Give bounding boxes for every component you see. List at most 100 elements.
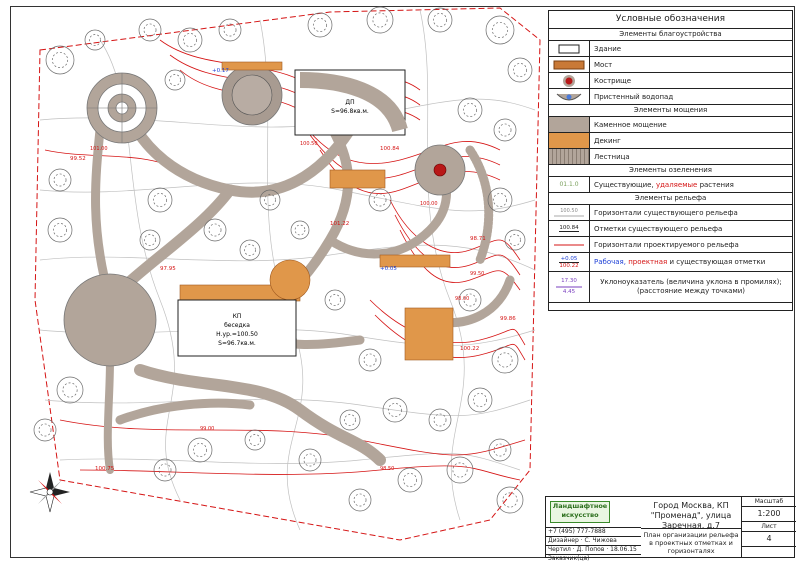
slope-line2: (расстояние между точками) xyxy=(636,287,746,295)
pavilion-label: ДП xyxy=(345,99,354,106)
tree-canopy xyxy=(177,27,203,53)
legend-label-building: Здание xyxy=(594,44,622,53)
tree-inner xyxy=(53,173,67,187)
tree-canopy xyxy=(139,229,161,251)
legend-row-existing-contours: 100.50 Горизонтали существующего рельефа xyxy=(549,205,792,221)
tree-inner xyxy=(169,74,181,86)
contacts: +7 (495) 777-7888 xyxy=(546,527,641,536)
tree-canopy xyxy=(45,45,75,75)
tree-canopy xyxy=(218,18,242,42)
water-feature xyxy=(221,61,283,126)
legend-section-relief: Элементы рельефа xyxy=(549,193,792,205)
legend-label-existing-contours: Горизонтали существующего рельефа xyxy=(594,208,738,217)
elevation-mark: 97.95 xyxy=(160,266,176,272)
tree-canopy xyxy=(507,57,533,83)
contour-label: 101.00 xyxy=(90,146,108,152)
tree-inner xyxy=(473,393,487,407)
tree-inner xyxy=(249,434,261,446)
tree-inner xyxy=(144,234,156,246)
legend-row-slope: 17.30 4.45 Уклоноуказатель (величина укл… xyxy=(549,272,792,303)
tree-inner xyxy=(294,224,306,236)
tree-canopy xyxy=(84,29,106,51)
tree-inner xyxy=(53,223,67,237)
tree-canopy xyxy=(348,488,372,512)
tree-inner xyxy=(353,493,367,507)
contour-label: 100.00 xyxy=(420,201,438,207)
tree-canopy xyxy=(504,229,526,251)
tree-inner xyxy=(153,193,167,207)
legend-row-decking: Декинг xyxy=(549,133,792,149)
legend-row-bridge: Мост xyxy=(549,57,792,73)
tree-inner xyxy=(264,194,276,206)
legend-row-waterfall: Пристенный водопад xyxy=(549,89,792,105)
tree-canopy xyxy=(164,69,186,91)
tree-inner xyxy=(62,382,78,398)
tree-inner xyxy=(344,414,356,426)
tree-canopy xyxy=(428,408,452,432)
elevation-mark: 101.22 xyxy=(330,221,349,227)
legend-section-landscaping: Элементы благоустройства xyxy=(549,29,792,41)
elevation-mark: 100.22 xyxy=(460,346,479,352)
designer-name: С. Чижова xyxy=(584,537,617,544)
client-row: Заказчик(ца) xyxy=(546,554,641,563)
tree-inner xyxy=(403,473,417,487)
building-symbol xyxy=(558,44,580,53)
tree-inner xyxy=(372,12,388,28)
tree-canopy xyxy=(244,429,266,451)
tree-canopy xyxy=(153,458,177,482)
legend-row-marks: +0.05 100.22 Рабочая, проектная и сущест… xyxy=(549,253,792,272)
legend-row-stairs: Лестница xyxy=(549,149,792,165)
tree-inner xyxy=(493,443,507,457)
tree-canopy xyxy=(496,486,524,514)
bridge-symbol xyxy=(553,60,585,69)
tree-inner xyxy=(244,244,256,256)
tree-canopy xyxy=(485,15,515,45)
paved-circle-west xyxy=(63,273,157,367)
contour-label: 100.50 xyxy=(300,141,318,147)
house-area: S=96.7кв.м. xyxy=(218,340,256,347)
house-name: беседка xyxy=(224,322,250,329)
legend-label-bridge: Мост xyxy=(594,60,613,69)
sheet-number: 4 xyxy=(742,532,796,547)
contour-label: 99.50 xyxy=(470,271,484,277)
tree-canopy xyxy=(138,18,162,42)
tree-canopy xyxy=(307,12,333,38)
elevation-mark: 98.71 xyxy=(470,236,486,242)
scale-label: Масштаб xyxy=(742,497,796,507)
tree-canopy xyxy=(147,187,173,213)
tree-canopy xyxy=(427,7,453,33)
tree-canopy xyxy=(187,437,213,463)
tree-canopy xyxy=(457,97,483,123)
marks-design: проектная xyxy=(628,258,668,266)
tree-canopy xyxy=(493,118,517,142)
slope-dist-sample: 4.45 xyxy=(562,289,576,295)
tree-inner xyxy=(509,234,521,246)
tree-inner xyxy=(433,13,447,27)
role-drafter: Чертил xyxy=(548,546,571,553)
sheet-date: 18.06.15 xyxy=(610,546,637,553)
legend-label-existing-marks: Отметки существующего рельефа xyxy=(594,224,723,233)
firepit-symbol xyxy=(563,74,575,87)
scale-value: 1:200 xyxy=(742,507,796,522)
tree-inner xyxy=(223,23,237,37)
tree-canopy xyxy=(298,448,322,472)
tree-canopy xyxy=(446,456,474,484)
tree-canopy xyxy=(239,239,261,261)
drawing-sheet: ДП S=96.8кв.м. КП беседка Н.ур.=100.50 S… xyxy=(0,0,800,563)
drafter-row: Чертил · Д. Попов · 18.06.15 xyxy=(546,545,641,554)
legend-row-design-contours: Горизонтали проектируемого рельефа xyxy=(549,237,792,253)
legend-label-stairs: Лестница xyxy=(594,152,630,161)
tree-inner xyxy=(513,63,527,77)
company-line1: Ландшафтное xyxy=(552,502,608,510)
tree-inner xyxy=(498,123,512,137)
elevation-mark: 100.84 xyxy=(380,146,400,152)
tree-inner xyxy=(183,33,197,47)
plants-existing: Существующие, xyxy=(594,180,654,189)
contour-label: 98.00 xyxy=(455,296,469,302)
tree-inner xyxy=(193,443,207,457)
slope-line1: Уклоноуказатель (величина уклона в проми… xyxy=(600,278,782,286)
tree-inner xyxy=(493,193,507,207)
tree-canopy xyxy=(358,348,382,372)
tree-canopy xyxy=(56,376,84,404)
role-designer: Дизайнер xyxy=(548,537,579,544)
